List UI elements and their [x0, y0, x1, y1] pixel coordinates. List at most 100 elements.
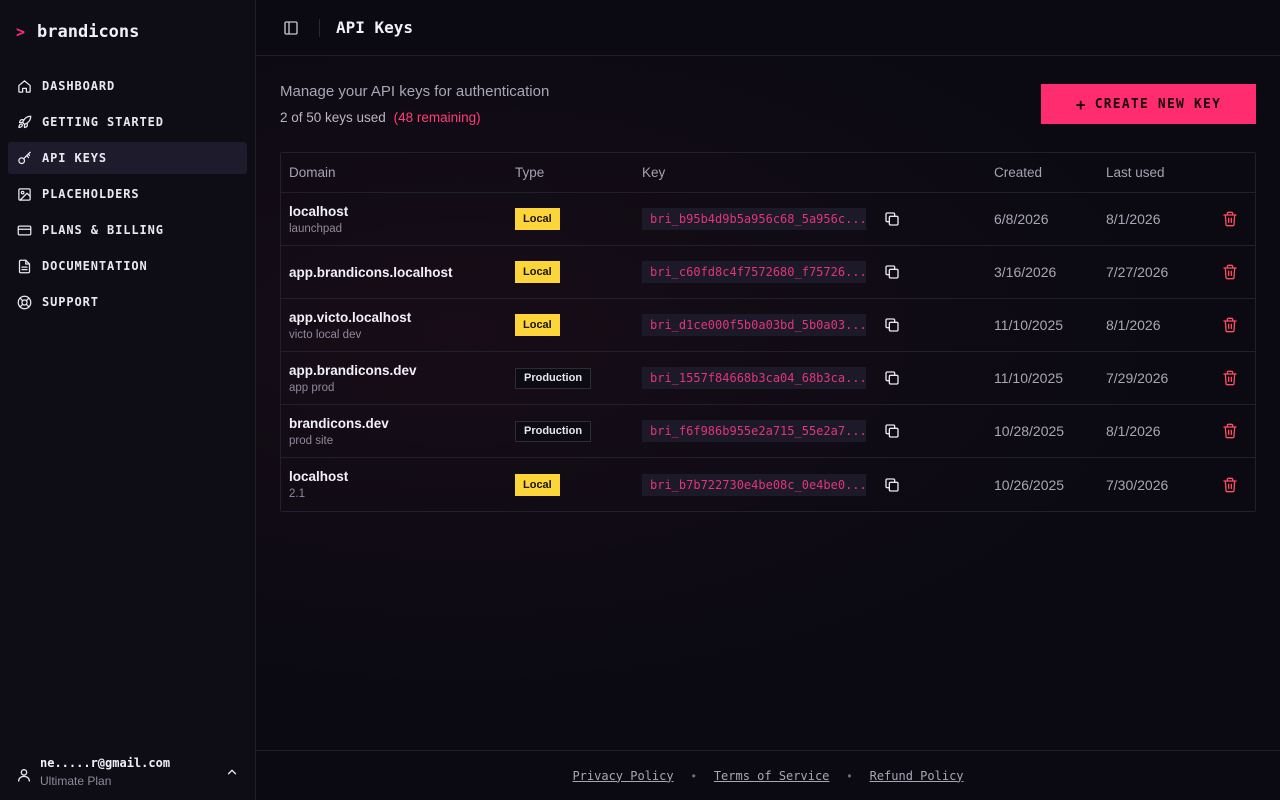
last-used-date: 8/1/2026 [1106, 423, 1161, 439]
sidebar-item-api-keys[interactable]: API KEYS [8, 142, 247, 174]
api-key-value[interactable]: bri_c60fd8c4f7572680_f75726... [642, 261, 866, 283]
trash-icon [1223, 477, 1237, 492]
credit-card-icon [17, 225, 32, 235]
type-badge: Production [515, 420, 592, 442]
sidebar-item-dashboard[interactable]: DASHBOARD [8, 70, 247, 102]
copy-button[interactable] [884, 317, 900, 333]
page-subtitle: Manage your API keys for authentication [280, 83, 550, 100]
type-badge: Local [515, 261, 560, 283]
footer-separator: • [691, 768, 696, 783]
delete-button[interactable] [1222, 264, 1238, 280]
sidebar-item-label: PLANS & BILLING [42, 223, 164, 237]
delete-button[interactable] [1222, 423, 1238, 439]
last-used-date: 8/1/2026 [1106, 211, 1161, 227]
document-icon [18, 259, 31, 273]
lifebuoy-icon [17, 295, 32, 309]
last-used-date: 7/30/2026 [1106, 476, 1169, 493]
domain-name: localhost [289, 203, 349, 219]
sidebar-item-label: GETTING STARTED [42, 115, 164, 129]
domain-note: app prod [289, 381, 335, 394]
copy-icon [885, 265, 899, 279]
copy-button[interactable] [884, 370, 900, 386]
plus-icon: + [1075, 94, 1087, 114]
divider [319, 18, 320, 37]
sidebar-item-placeholders[interactable]: PLACEHOLDERS [8, 178, 247, 210]
top-bar: API Keys [256, 0, 1280, 56]
delete-button[interactable] [1222, 211, 1238, 227]
home-icon [18, 79, 31, 93]
sidebar-item-label: SUPPORT [42, 295, 99, 309]
terms-of-service-link[interactable]: Terms of Service [714, 769, 830, 783]
sidebar-item-documentation[interactable]: DOCUMENTATION [8, 250, 247, 282]
table-row: app.victo.localhost victo local dev Loca… [281, 299, 1255, 352]
brand-chevron: > [16, 23, 26, 41]
brand-logo[interactable]: > brandicons [16, 20, 139, 44]
domain-name: brandicons.dev [289, 415, 389, 431]
domain-note: victo local dev [289, 328, 362, 341]
page-title: API Keys [336, 18, 414, 37]
table-row: brandicons.dev prod site Production bri_… [281, 405, 1255, 458]
sidebar-item-label: PLACEHOLDERS [42, 187, 140, 201]
column-key: Key [642, 165, 666, 180]
sidebar-item-label: API KEYS [42, 151, 107, 165]
api-key-value[interactable]: bri_f6f986b955e2a715_55e2a7... [642, 420, 866, 442]
brand-name: brandicons [37, 22, 140, 42]
api-key-value[interactable]: bri_d1ce000f5b0a03bd_5b0a03... [642, 314, 866, 336]
privacy-policy-link[interactable]: Privacy Policy [572, 769, 673, 783]
last-used-date: 7/27/2026 [1106, 264, 1169, 280]
api-key-value[interactable]: bri_1557f84668b3ca04_68b3ca... [642, 367, 866, 389]
last-used-date: 7/29/2026 [1106, 370, 1169, 386]
api-key-value[interactable]: bri_b7b722730e4be08c_0e4be0... [642, 473, 866, 496]
copy-button[interactable] [884, 211, 900, 227]
sidebar-item-label: DOCUMENTATION [42, 259, 148, 273]
sidebar-item-getting-started[interactable]: GETTING STARTED [8, 106, 247, 138]
create-new-key-button[interactable]: + CREATE NEW KEY [1041, 84, 1256, 124]
copy-icon [885, 318, 899, 332]
column-domain: Domain [289, 165, 336, 180]
type-badge: Production [515, 367, 592, 389]
refund-policy-link[interactable]: Refund Policy [870, 769, 964, 783]
copy-button[interactable] [884, 423, 900, 439]
sidebar-item-support[interactable]: SUPPORT [8, 286, 247, 318]
table-row: localhost launchpad Local bri_b95b4d9b5a… [281, 193, 1255, 246]
domain-note: 2.1 [289, 488, 305, 500]
table-header: Domain Type Key Created Last used [281, 153, 1255, 193]
column-created: Created [994, 165, 1043, 180]
copy-icon [885, 212, 899, 226]
type-badge: Local [515, 473, 560, 496]
key-usage: 2 of 50 keys used (48 remaining) [280, 110, 481, 125]
created-date: 11/10/2025 [994, 317, 1064, 333]
created-date: 10/28/2025 [994, 423, 1065, 439]
key-icon [18, 151, 31, 164]
column-type: Type [515, 165, 545, 180]
created-date: 6/8/2026 [994, 211, 1049, 227]
domain-note: launchpad [289, 222, 343, 235]
footer-separator: • [847, 768, 852, 783]
delete-button[interactable] [1222, 370, 1238, 386]
delete-button[interactable] [1222, 477, 1238, 493]
table-row: localhost 2.1 Local bri_b7b722730e4be08c… [281, 458, 1255, 511]
type-badge: Local [515, 208, 560, 230]
footer: Privacy Policy • Terms of Service • Refu… [256, 750, 1280, 800]
user-menu[interactable]: ne.....r@gmail.com Ultimate Plan [0, 744, 255, 800]
chevron-up-icon[interactable] [225, 765, 239, 779]
copy-button[interactable] [884, 477, 900, 493]
table-row: app.brandicons.localhost Local bri_c60fd… [281, 246, 1255, 299]
image-icon [18, 187, 31, 201]
sidebar: > brandicons DASHBOARD GETTING STARTED A… [0, 0, 256, 800]
copy-button[interactable] [884, 264, 900, 280]
domain-name: app.victo.localhost [289, 309, 412, 325]
trash-icon [1223, 423, 1237, 439]
delete-button[interactable] [1222, 317, 1238, 333]
sidebar-toggle-icon[interactable] [283, 20, 299, 36]
last-used-date: 8/1/2026 [1106, 317, 1161, 333]
usage-count: 2 of 50 keys used [280, 110, 386, 125]
domain-note: prod site [289, 434, 334, 447]
column-last-used: Last used [1106, 165, 1165, 180]
copy-icon [885, 371, 899, 385]
sidebar-item-plans-billing[interactable]: PLANS & BILLING [8, 214, 247, 246]
rocket-icon [18, 115, 32, 128]
api-key-value[interactable]: bri_b95b4d9b5a956c68_5a956c... [642, 208, 866, 230]
trash-icon [1223, 370, 1237, 386]
user-email: ne.....r@gmail.com [40, 756, 171, 770]
